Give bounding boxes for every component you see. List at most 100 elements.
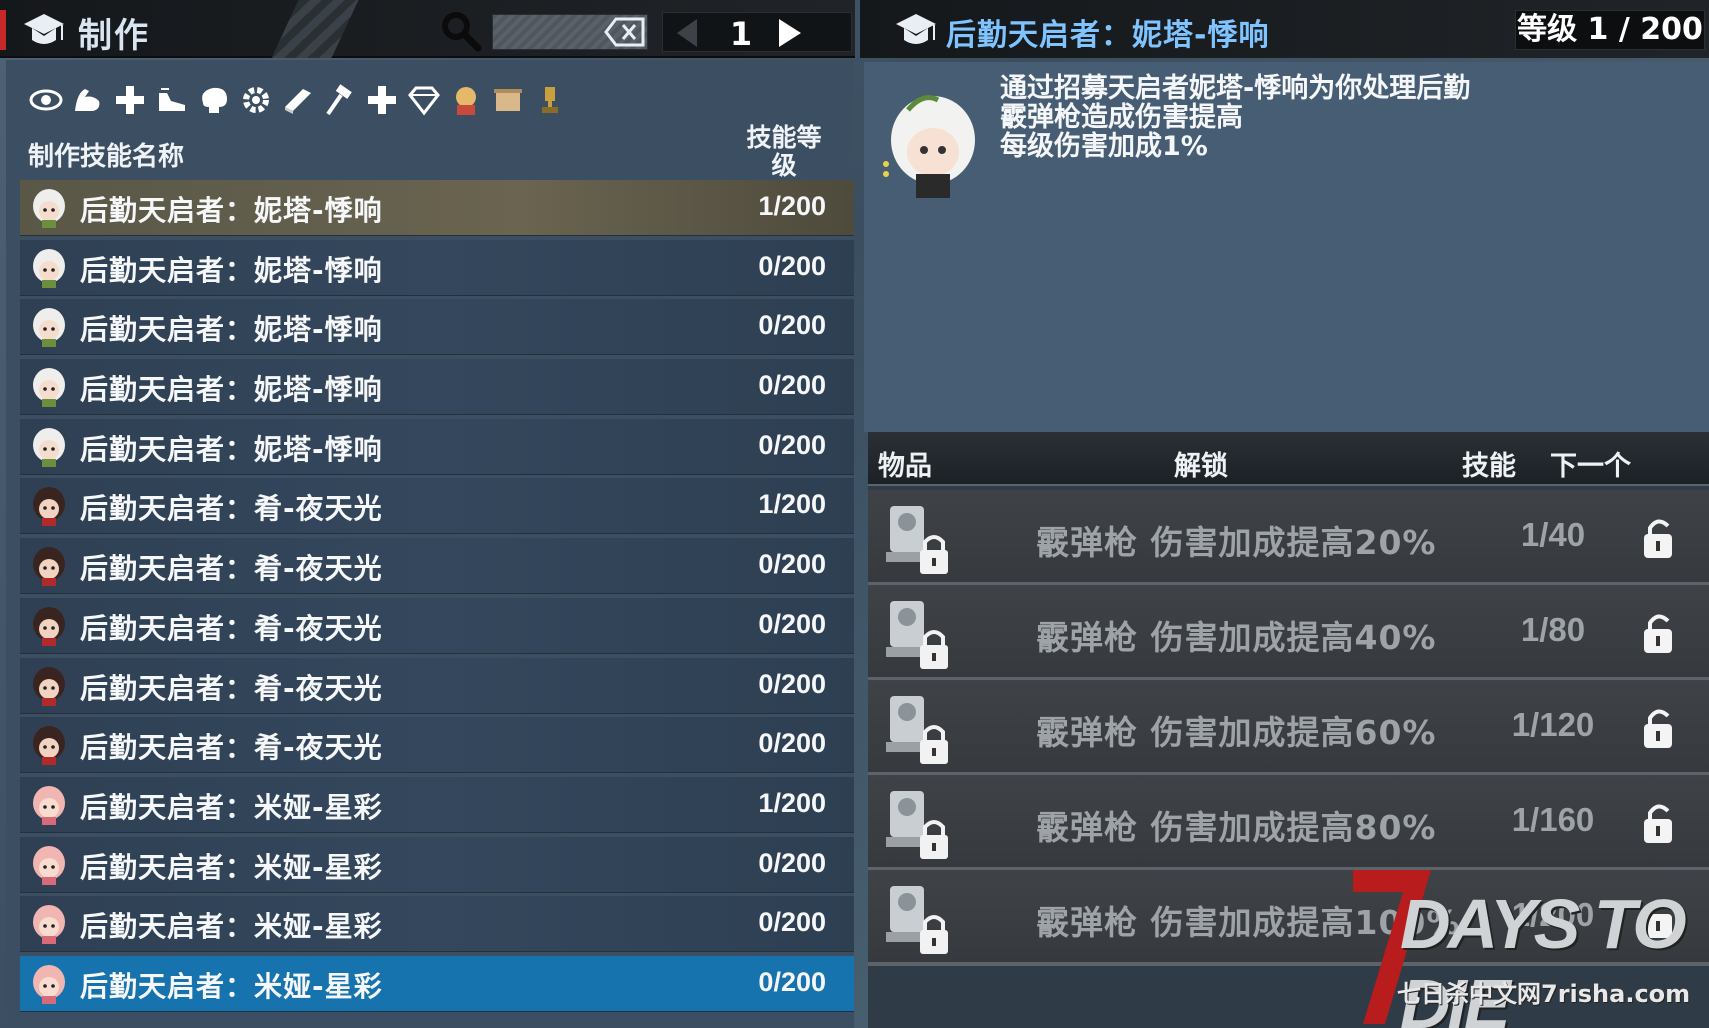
unlock-icon[interactable] xyxy=(1638,801,1678,845)
header-accent xyxy=(0,10,6,50)
unlock-description: 霰弹枪 伤害加成提高60% xyxy=(1036,713,1437,752)
brain-icon[interactable] xyxy=(196,80,232,120)
column-header-skill-name: 制作技能名称 xyxy=(28,142,185,172)
gear-icon[interactable] xyxy=(238,80,274,120)
unlock-row[interactable]: 霰弹枪 伤害加成提高20% 1/40 xyxy=(868,490,1709,586)
plus-icon[interactable] xyxy=(364,80,400,120)
unlock-icon[interactable] xyxy=(1638,706,1678,750)
plus-icon[interactable] xyxy=(112,80,148,120)
search-icon[interactable] xyxy=(440,10,482,52)
eye-icon[interactable] xyxy=(28,80,64,120)
shoe-icon[interactable] xyxy=(154,80,190,120)
unlock-row[interactable]: 霰弹枪 伤害加成提高60% 1/120 xyxy=(868,680,1709,776)
description-line: 通过招募天启者妮塔-悸响为你处理后勤 xyxy=(1000,73,1471,104)
skill-row[interactable]: 后勤天启者：肴-夜天光 0/200 xyxy=(20,657,854,714)
watermark-subtitle: 七日杀中文网7risha.com xyxy=(1397,980,1691,1008)
next-page-icon[interactable] xyxy=(773,17,805,49)
unlock-skill-requirement: 1/80 xyxy=(1520,611,1586,648)
hammer-icon[interactable] xyxy=(322,80,358,120)
skill-row[interactable]: 后勤天启者：妮塔-悸响 0/200 xyxy=(20,239,854,296)
skill-row-name: 后勤天启者：妮塔-悸响 xyxy=(80,253,383,287)
unlock-icon[interactable] xyxy=(1638,516,1678,560)
clear-search-icon[interactable] xyxy=(604,16,646,48)
skill-row-level: 0/200 xyxy=(758,668,826,699)
skill-row[interactable]: 后勤天启者：肴-夜天光 1/200 xyxy=(20,478,854,535)
skill-row-level: 0/200 xyxy=(758,250,826,281)
skill-description: 通过招募天启者妮塔-悸响为你处理后勤 霰弹枪造成伤害提高 每级伤害加成1% xyxy=(1000,74,1470,161)
diamond-icon[interactable] xyxy=(406,80,442,120)
skill-detail-panel: 后勤天启者：妮塔-悸响 等级 1 / 200 通过招募天启者妮塔-悸响为你处理后… xyxy=(860,0,1709,1028)
category-filter-bar xyxy=(28,80,568,124)
character-avatar-icon xyxy=(33,845,65,885)
skill-row[interactable]: 后勤天启者：妮塔-悸响 0/200 xyxy=(20,418,854,475)
unlock-row[interactable]: 霰弹枪 伤害加成提高40% 1/80 xyxy=(868,585,1709,681)
skill-row-level: 0/200 xyxy=(758,549,826,580)
skill-row[interactable]: 后勤天启者：米娅-星彩 0/200 xyxy=(20,896,854,953)
trophy-icon[interactable] xyxy=(532,80,568,120)
skill-row-name: 后勤天启者：肴-夜天光 xyxy=(80,671,383,705)
header-item: 物品 xyxy=(878,451,932,482)
character-avatar-icon xyxy=(33,726,65,766)
skill-row[interactable]: 后勤天启者：米娅-星彩 1/200 xyxy=(20,776,854,833)
detail-header: 后勤天启者：妮塔-悸响 等级 1 / 200 xyxy=(860,0,1709,58)
skill-row[interactable]: 后勤天启者：肴-夜天光 0/200 xyxy=(20,538,854,595)
crafting-panel: 制作 1 制作技能名称 技能等级 后勤天启者：妮塔-悸响 1/200 后勤天启者… xyxy=(0,0,855,1028)
character-avatar-icon xyxy=(33,427,65,467)
skill-row[interactable]: 后勤天启者：妮塔-悸响 0/200 xyxy=(20,359,854,416)
crafting-body: 制作技能名称 技能等级 后勤天启者：妮塔-悸响 1/200 后勤天启者：妮塔-悸响 0… xyxy=(6,60,854,1028)
skill-row-name: 后勤天启者：米娅-星彩 xyxy=(80,790,383,824)
skill-row-level: 0/200 xyxy=(758,907,826,938)
character-avatar-icon xyxy=(33,666,65,706)
character-avatar-icon xyxy=(33,905,65,945)
skill-row-level: 0/200 xyxy=(758,966,826,997)
skill-row-level: 0/200 xyxy=(758,847,826,878)
header-unlock: 解锁 xyxy=(1174,451,1228,482)
skill-row-name: 后勤天启者：米娅-星彩 xyxy=(80,969,383,1003)
unlock-icon[interactable] xyxy=(1638,611,1678,655)
locked-item-icon xyxy=(886,601,948,669)
skill-row[interactable]: 后勤天启者：妮塔-悸响 1/200 xyxy=(20,180,854,236)
unlock-description: 霰弹枪 伤害加成提高40% xyxy=(1036,618,1437,657)
detail-level: 等级 1 / 200 xyxy=(1515,10,1705,50)
skill-row-name: 后勤天启者：妮塔-悸响 xyxy=(80,373,383,407)
skill-row[interactable]: 后勤天启者：米娅-星彩 0/200 xyxy=(20,836,854,893)
character-avatar-icon xyxy=(33,248,65,288)
unlock-row[interactable]: 霰弹枪 伤害加成提高80% 1/160 xyxy=(868,775,1709,871)
skill-description-area: 通过招募天启者妮塔-悸响为你处理后勤 霰弹枪造成伤害提高 每级伤害加成1% xyxy=(864,62,1709,432)
skill-row[interactable]: 后勤天启者：肴-夜天光 0/200 xyxy=(20,717,854,774)
character-avatar-icon xyxy=(33,487,65,527)
game-watermark: DAYS TO DIE 七日杀中文网7risha.com xyxy=(1345,864,1709,1028)
locked-item-icon xyxy=(886,791,948,859)
skill-row-name: 后勤天启者：妮塔-悸响 xyxy=(80,194,383,227)
skill-row-name: 后勤天启者：米娅-星彩 xyxy=(80,910,383,944)
header-divider xyxy=(271,0,359,58)
unlock-table-header: 物品 解锁 技能 下一个 xyxy=(868,432,1709,486)
page-number: 1 xyxy=(729,15,753,53)
description-line: 每级伤害加成1% xyxy=(1000,131,1208,162)
skill-list: 后勤天启者：妮塔-悸响 1/200 后勤天启者：妮塔-悸响 0/200 后勤天启者：妮塔… xyxy=(20,180,854,1016)
character-avatar-icon xyxy=(33,308,65,348)
skill-row-level: 1/200 xyxy=(758,489,826,520)
page-selector: 1 xyxy=(662,12,852,53)
character-avatar-icon xyxy=(33,785,65,825)
skill-row-level: 0/200 xyxy=(758,310,826,341)
character-portrait xyxy=(883,95,975,198)
book-icon[interactable] xyxy=(280,80,316,120)
skill-row[interactable]: 后勤天启者：肴-夜天光 0/200 xyxy=(20,597,854,654)
crafting-header: 制作 1 xyxy=(0,0,855,58)
unlock-skill-requirement: 1/40 xyxy=(1520,516,1586,553)
character-avatar-icon xyxy=(33,964,65,1004)
scroll-icon[interactable] xyxy=(490,80,526,120)
muscle-icon[interactable] xyxy=(70,80,106,120)
skill-row-name: 后勤天启者：肴-夜天光 xyxy=(80,492,383,526)
skill-row[interactable]: 后勤天启者：米娅-星彩 0/200 xyxy=(20,955,854,1012)
previous-page-icon[interactable] xyxy=(671,17,703,49)
skill-row[interactable]: 后勤天启者：妮塔-悸响 0/200 xyxy=(20,299,854,356)
character-icon[interactable] xyxy=(448,80,484,120)
skill-row-level: 0/200 xyxy=(758,370,826,401)
panel-title: 制作 xyxy=(78,16,150,56)
header-next: 下一个 xyxy=(1550,451,1631,482)
skill-row-level: 0/200 xyxy=(758,728,826,759)
skill-row-level: 0/200 xyxy=(758,608,826,639)
unlock-skill-requirement: 1/120 xyxy=(1511,706,1595,743)
